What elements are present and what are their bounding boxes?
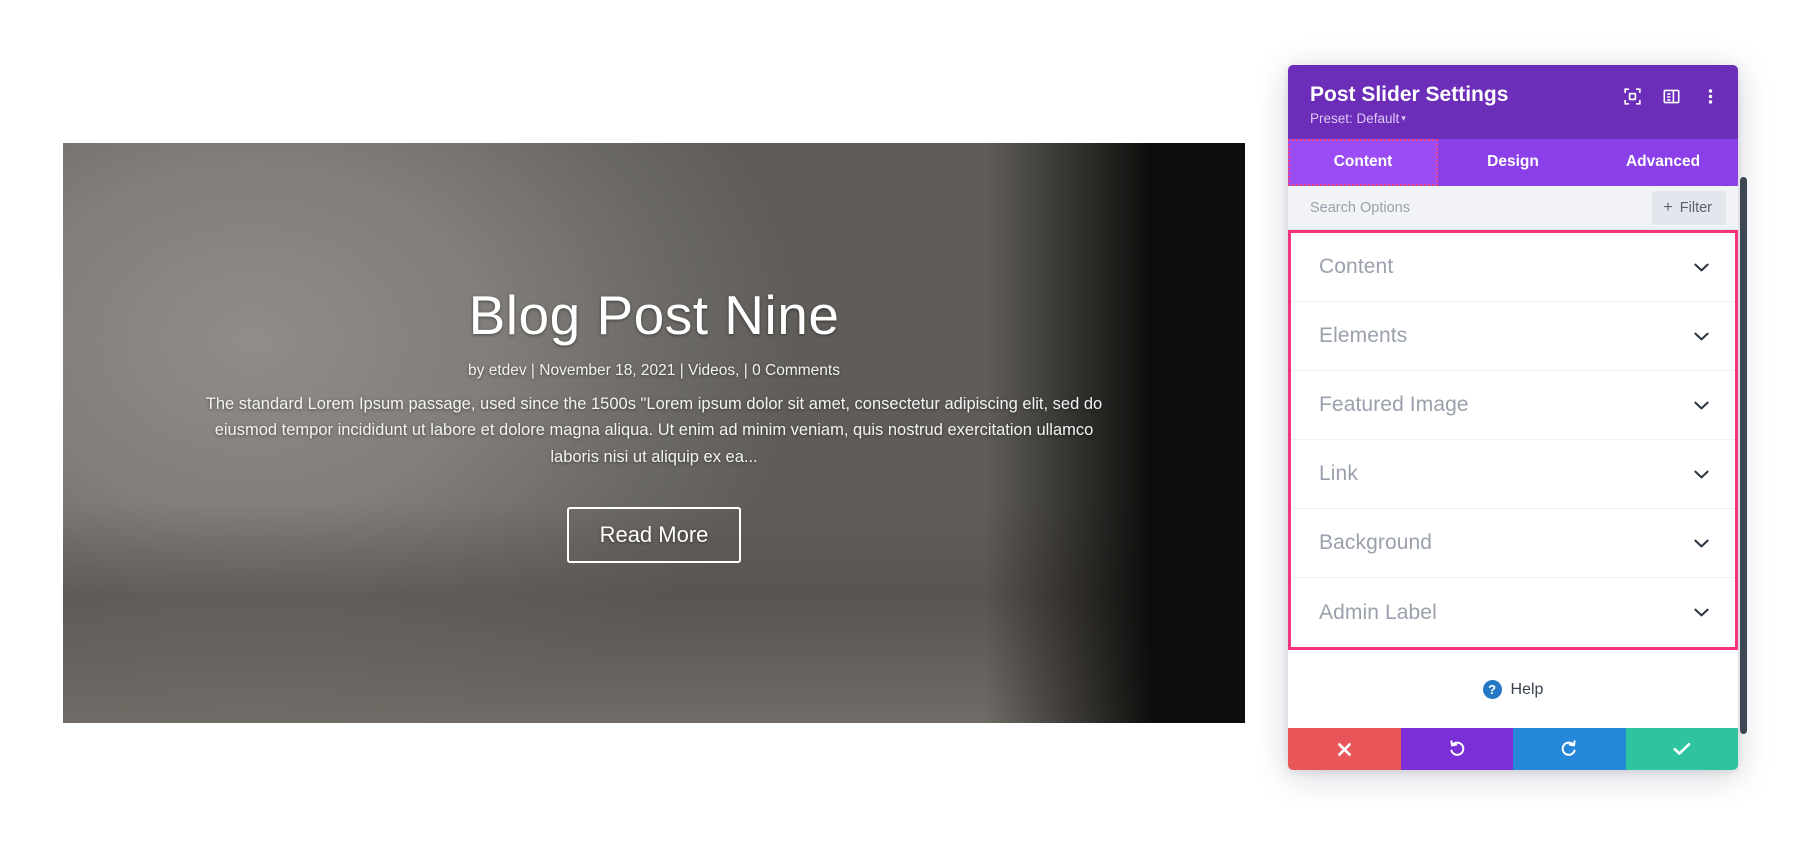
checkmark-icon (1673, 742, 1691, 755)
section-featured-image[interactable]: Featured Image (1291, 371, 1735, 441)
read-more-button[interactable]: Read More (566, 506, 742, 563)
modal-tabs: Content Design Advanced (1288, 139, 1738, 187)
builder-canvas: Blog Post Nine by etdev | November 18, 2… (0, 0, 1310, 842)
section-label: Link (1319, 462, 1358, 486)
redo-button[interactable] (1513, 728, 1626, 770)
post-slider-slide[interactable]: Blog Post Nine by etdev | November 18, 2… (63, 143, 1245, 723)
chevron-down-icon (1694, 332, 1709, 341)
close-icon (1337, 742, 1351, 756)
modal-header-icons (1623, 87, 1720, 106)
section-content[interactable]: Content (1291, 233, 1735, 303)
modal-header: Post Slider Settings Preset: Default ▾ (1288, 65, 1738, 140)
section-background[interactable]: Background (1291, 509, 1735, 579)
tab-content[interactable]: Content (1288, 139, 1438, 187)
question-mark-icon: ? (1482, 680, 1502, 700)
help-link[interactable]: ? Help (1482, 680, 1544, 700)
slide-title: Blog Post Nine (468, 284, 840, 346)
section-label: Content (1319, 255, 1394, 279)
chevron-down-icon: ▾ (1401, 113, 1406, 124)
plus-icon: + (1663, 198, 1673, 216)
search-input[interactable] (1310, 199, 1653, 216)
tab-advanced[interactable]: Advanced (1588, 139, 1738, 186)
undo-button[interactable] (1400, 728, 1513, 770)
chevron-down-icon (1694, 539, 1709, 548)
expand-icon[interactable] (1623, 87, 1642, 106)
help-area: ? Help (1288, 650, 1738, 728)
chevron-down-icon (1694, 401, 1709, 410)
more-options-icon[interactable] (1701, 87, 1720, 106)
chevron-down-icon (1694, 608, 1709, 617)
slide-content: Blog Post Nine by etdev | November 18, 2… (63, 143, 1245, 723)
save-button[interactable] (1625, 728, 1738, 770)
slide-post-meta: by etdev | November 18, 2021 | Videos, |… (468, 361, 840, 379)
screen: Blog Post Nine by etdev | November 18, 2… (0, 0, 1800, 842)
preset-selector[interactable]: Preset: Default ▾ (1310, 111, 1716, 126)
slide-excerpt: The standard Lorem Ipsum passage, used s… (205, 394, 1103, 466)
modal-scrollbar[interactable] (1740, 177, 1747, 734)
section-admin-label[interactable]: Admin Label (1291, 578, 1735, 648)
modal-action-bar (1288, 728, 1738, 770)
section-elements[interactable]: Elements (1291, 302, 1735, 372)
layout-icon[interactable] (1662, 87, 1681, 106)
section-label: Admin Label (1319, 600, 1437, 624)
preset-label: Preset: Default (1310, 111, 1400, 127)
section-link[interactable]: Link (1291, 440, 1735, 510)
section-label: Featured Image (1319, 393, 1469, 417)
section-label: Background (1319, 531, 1433, 555)
chevron-down-icon (1694, 263, 1709, 272)
redo-icon (1562, 740, 1576, 756)
help-label: Help (1510, 680, 1544, 698)
tab-design[interactable]: Design (1438, 139, 1588, 186)
filter-label: Filter (1679, 199, 1712, 216)
post-slider-settings-modal: Post Slider Settings Preset: Default ▾ C… (1288, 65, 1747, 770)
chevron-down-icon (1694, 470, 1709, 479)
filter-button[interactable]: + Filter (1652, 190, 1726, 225)
settings-sections-group: Content Elements Featured Image Link Bac… (1288, 230, 1738, 651)
cancel-button[interactable] (1288, 728, 1401, 770)
section-label: Elements (1319, 324, 1408, 348)
undo-icon (1450, 740, 1464, 756)
search-row: + Filter (1288, 186, 1738, 231)
